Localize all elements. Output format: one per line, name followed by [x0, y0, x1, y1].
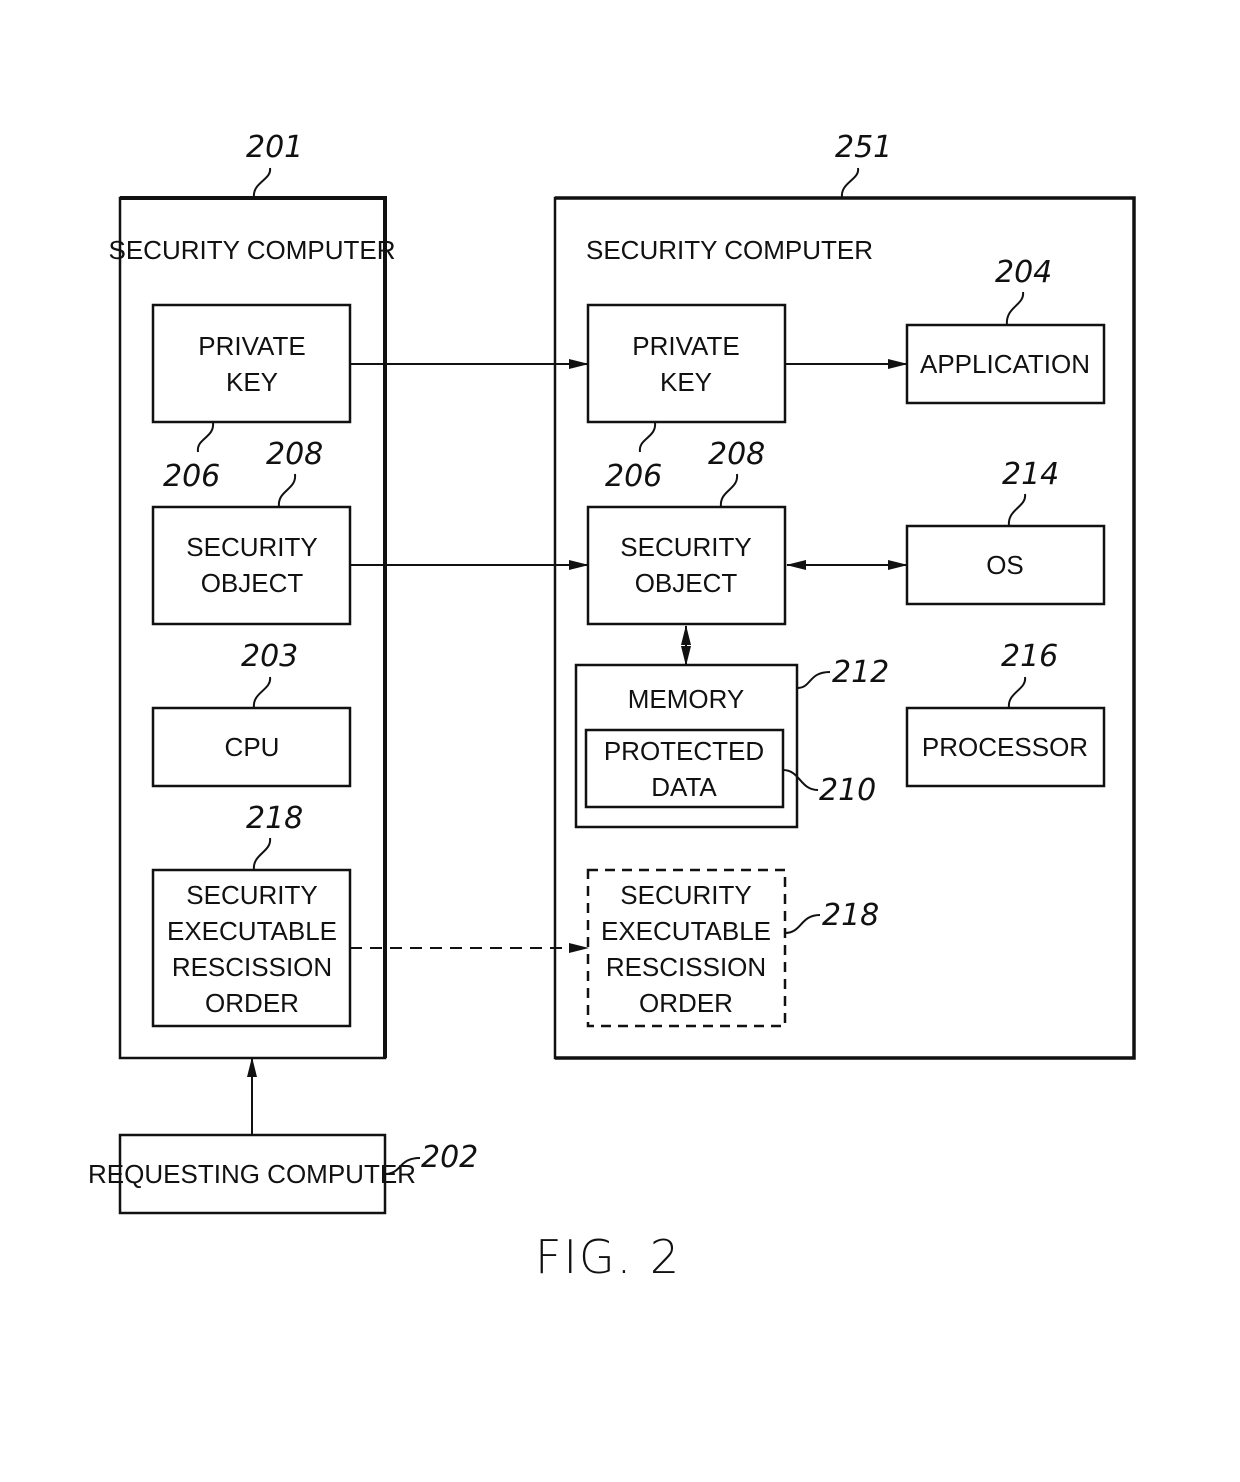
patent-figure: SECURITY COMPUTER SECURITY COMPUTER PRIV… [0, 0, 1240, 1482]
right-security-object-line2: OBJECT [635, 568, 738, 598]
right-rescission-line4: ORDER [639, 988, 733, 1018]
figure-caption: FIG. 2 [535, 1230, 681, 1284]
processor-label: PROCESSOR [922, 732, 1088, 762]
application-label: APPLICATION [920, 349, 1090, 379]
right-private-key-line2: KEY [660, 367, 712, 397]
left-computer-title: SECURITY COMPUTER [109, 235, 396, 265]
ref-208-left: 208 [266, 437, 323, 472]
ref-251: 251 [835, 130, 892, 165]
left-security-object-box [151, 505, 352, 626]
ref-218-left: 218 [246, 801, 303, 836]
left-private-key-box [151, 303, 352, 424]
protected-data-line1: PROTECTED [604, 736, 764, 766]
left-security-object-line2: OBJECT [201, 568, 304, 598]
cpu-label: CPU [225, 732, 280, 762]
ref-203: 203 [241, 639, 298, 674]
memory-label: MEMORY [628, 684, 745, 714]
ref-216: 216 [1001, 639, 1058, 674]
ref-201: 201 [246, 130, 303, 165]
ref-218-right: 218 [822, 898, 879, 933]
left-private-key-line1: PRIVATE [198, 331, 305, 361]
left-private-key-line2: KEY [226, 367, 278, 397]
ref-202: 202 [421, 1140, 478, 1175]
right-security-object-box [586, 505, 787, 626]
right-rescission-line2: EXECUTABLE [601, 916, 771, 946]
left-rescission-line1: SECURITY [186, 880, 317, 910]
requesting-computer-label: REQUESTING COMPUTER [88, 1159, 416, 1189]
os-label: OS [986, 550, 1024, 580]
right-rescission-line3: RESCISSION [606, 952, 766, 982]
ref-206-left: 206 [163, 459, 220, 494]
ref-206-right: 206 [605, 459, 662, 494]
left-rescission-line4: ORDER [205, 988, 299, 1018]
right-security-object-line1: SECURITY [620, 532, 751, 562]
left-security-object-line1: SECURITY [186, 532, 317, 562]
ref-210: 210 [819, 773, 876, 808]
ref-208-right: 208 [708, 437, 765, 472]
right-rescission-line1: SECURITY [620, 880, 751, 910]
ref-214: 214 [1002, 457, 1059, 492]
ref-212: 212 [832, 655, 889, 690]
right-computer-title: SECURITY COMPUTER [586, 235, 873, 265]
protected-data-line2: DATA [651, 772, 717, 802]
left-rescission-line3: RESCISSION [172, 952, 332, 982]
ref-204: 204 [995, 255, 1052, 290]
left-rescission-line2: EXECUTABLE [167, 916, 337, 946]
right-private-key-box [586, 303, 787, 424]
diagram-svg: SECURITY COMPUTER SECURITY COMPUTER PRIV… [88, 130, 1136, 1284]
right-private-key-line1: PRIVATE [632, 331, 739, 361]
